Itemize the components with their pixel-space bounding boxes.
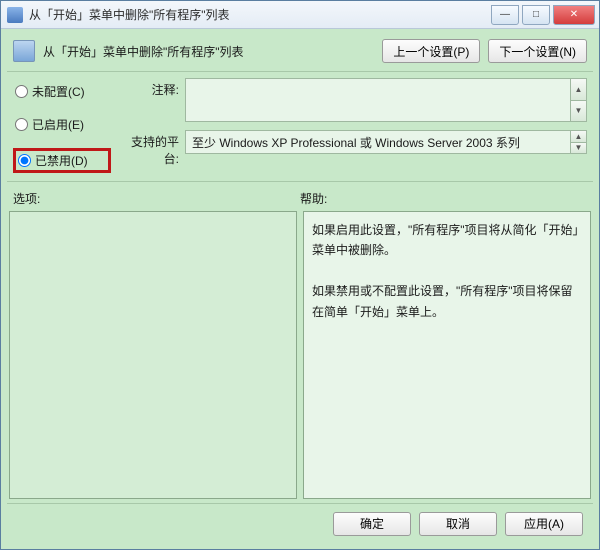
help-p2: 如果禁用或不配置此设置，"所有程序"项目将保留在简单「开始」菜单上。 <box>312 281 582 322</box>
separator <box>7 181 593 182</box>
comment-box[interactable]: ▲ ▼ <box>185 78 587 122</box>
comment-spin-up[interactable]: ▲ <box>571 79 586 101</box>
radio-disabled[interactable]: 已禁用(D) <box>13 148 111 173</box>
platform-spin: ▲ ▼ <box>570 131 586 153</box>
help-p1: 如果启用此设置，"所有程序"项目将从简化「开始」菜单中被删除。 <box>312 220 582 261</box>
window-title: 从「开始」菜单中删除"所有程序"列表 <box>29 6 488 23</box>
state-radios: 未配置(C) 已启用(E) 已禁用(D) <box>13 78 111 173</box>
next-setting-button[interactable]: 下一个设置(N) <box>488 39 587 63</box>
options-label: 选项: <box>13 190 300 207</box>
comment-label: 注释: <box>121 78 179 98</box>
fields: 注释: ▲ ▼ 支持的平台: 至少 Windows XP Professiona… <box>121 78 587 173</box>
help-label: 帮助: <box>300 190 327 207</box>
radio-not-configured-input[interactable] <box>15 85 28 98</box>
ok-button[interactable]: 确定 <box>333 512 411 536</box>
config-row: 未配置(C) 已启用(E) 已禁用(D) 注释: ▲ ▼ <box>7 76 593 175</box>
window-buttons: — □ ✕ <box>488 5 595 25</box>
radio-enabled-input[interactable] <box>15 118 28 131</box>
radio-disabled-input[interactable] <box>18 154 31 167</box>
radio-enabled-label: 已启用(E) <box>32 116 84 133</box>
maximize-button[interactable]: □ <box>522 5 550 25</box>
radio-disabled-label: 已禁用(D) <box>35 152 88 169</box>
radio-enabled[interactable]: 已启用(E) <box>13 115 111 134</box>
radio-not-configured-label: 未配置(C) <box>32 83 85 100</box>
dialog-window: 从「开始」菜单中删除"所有程序"列表 — □ ✕ 从「开始」菜单中删除"所有程序… <box>0 0 600 550</box>
platform-row: 支持的平台: 至少 Windows XP Professional 或 Wind… <box>121 130 587 167</box>
policy-icon <box>13 40 35 62</box>
platform-value: 至少 Windows XP Professional 或 Windows Ser… <box>192 134 520 151</box>
platform-label: 支持的平台: <box>121 130 179 167</box>
help-pane: 如果启用此设置，"所有程序"项目将从简化「开始」菜单中被删除。 如果禁用或不配置… <box>303 211 591 499</box>
footer: 确定 取消 应用(A) <box>7 503 593 543</box>
titlebar[interactable]: 从「开始」菜单中删除"所有程序"列表 — □ ✕ <box>1 1 599 29</box>
comment-row: 注释: ▲ ▼ <box>121 78 587 122</box>
header-row: 从「开始」菜单中删除"所有程序"列表 上一个设置(P) 下一个设置(N) <box>7 35 593 72</box>
platform-box: 至少 Windows XP Professional 或 Windows Ser… <box>185 130 587 154</box>
client-area: 从「开始」菜单中删除"所有程序"列表 上一个设置(P) 下一个设置(N) 未配置… <box>1 29 599 549</box>
options-pane <box>9 211 297 499</box>
minimize-button[interactable]: — <box>491 5 519 25</box>
section-labels: 选项: 帮助: <box>7 188 593 207</box>
comment-spin: ▲ ▼ <box>570 79 586 121</box>
platform-spin-down[interactable]: ▼ <box>571 143 586 154</box>
cancel-button[interactable]: 取消 <box>419 512 497 536</box>
platform-spin-up[interactable]: ▲ <box>571 131 586 143</box>
comment-spin-down[interactable]: ▼ <box>571 101 586 122</box>
app-icon <box>7 7 23 23</box>
apply-button[interactable]: 应用(A) <box>505 512 583 536</box>
radio-not-configured[interactable]: 未配置(C) <box>13 82 111 101</box>
policy-title: 从「开始」菜单中删除"所有程序"列表 <box>43 43 374 60</box>
close-button[interactable]: ✕ <box>553 5 595 25</box>
prev-setting-button[interactable]: 上一个设置(P) <box>382 39 480 63</box>
panes: 如果启用此设置，"所有程序"项目将从简化「开始」菜单中被删除。 如果禁用或不配置… <box>7 211 593 499</box>
